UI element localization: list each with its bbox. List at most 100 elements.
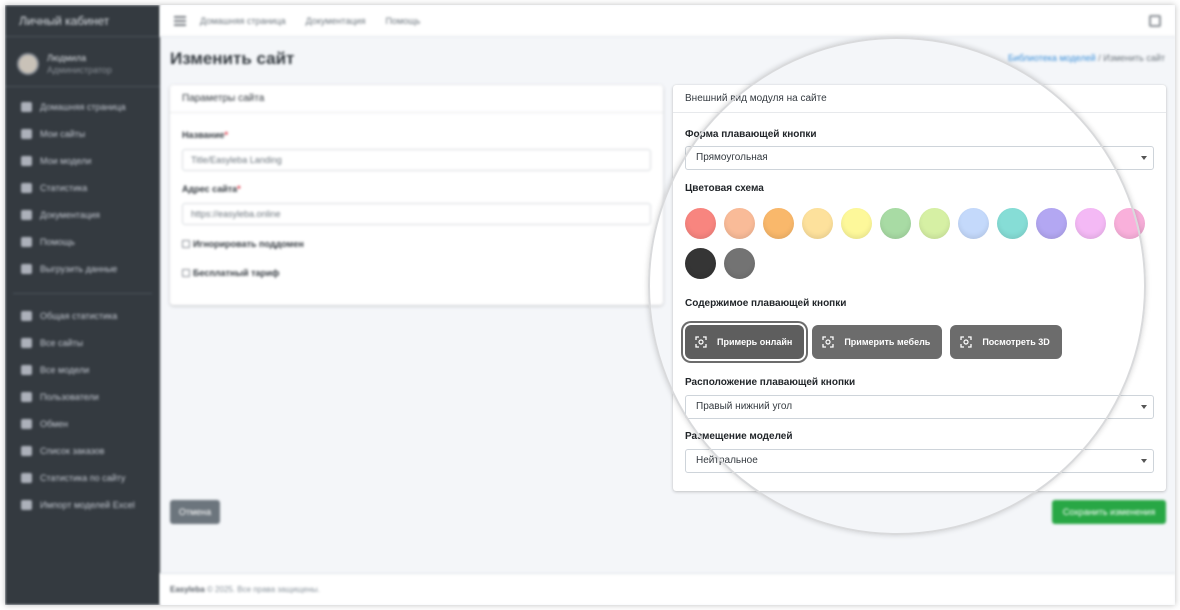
chart-icon	[21, 472, 32, 483]
top-navbar: Домашняя страница Документация Помощь	[160, 5, 1175, 37]
chevron-down-icon	[1141, 156, 1147, 160]
breadcrumb-current: Изменить сайт	[1103, 53, 1165, 63]
address-label: Адрес сайта*	[182, 184, 241, 194]
topnav-docs-link[interactable]: Документация	[306, 16, 366, 26]
card-title: Внешний вид модуля на сайте	[673, 85, 1166, 113]
option-label: Посмотреть 3D	[982, 337, 1050, 347]
globe-icon	[21, 128, 32, 139]
sidebar-item-orders[interactable]: Список заказов	[5, 437, 160, 464]
footer-text: © 2025. Все права защищены.	[206, 585, 320, 594]
book-icon	[21, 209, 32, 220]
cube-icon	[21, 155, 32, 166]
user-panel[interactable]: Людмила Администратор	[5, 41, 160, 87]
placement-select[interactable]: Нейтральное	[685, 449, 1154, 473]
sidebar-item-label: Обмен	[40, 418, 69, 429]
page-title: Изменить сайт	[170, 49, 295, 68]
shape-select[interactable]: Прямоугольная	[685, 146, 1154, 170]
footer: Easyleba © 2025. Все права защищены.	[160, 573, 1175, 605]
avatar	[17, 52, 39, 75]
position-label: Расположение плавающей кнопки	[685, 377, 856, 388]
option-label: Примерь онлайн	[717, 337, 793, 347]
option-try-online-button[interactable]: Примерь онлайн	[685, 325, 805, 359]
sidebar-brand[interactable]: Личный кабинет	[5, 5, 160, 37]
color-swatch[interactable]	[802, 208, 833, 239]
color-swatch[interactable]	[724, 208, 755, 239]
address-field[interactable]: https://easyleba.online	[182, 203, 651, 225]
color-swatch[interactable]	[763, 208, 794, 239]
sidebar-item-general-stats[interactable]: Общая статистика	[5, 302, 160, 329]
color-swatch[interactable]	[1114, 208, 1145, 239]
option-try-furniture-button[interactable]: Примерить мебель	[812, 325, 943, 359]
footer-brand[interactable]: Easyleba	[170, 585, 205, 594]
option-view-3d-button[interactable]: Посмотреть 3D	[950, 325, 1062, 359]
sidebar-item-statistics[interactable]: Статистика	[5, 174, 160, 201]
site-params-card: Параметры сайта Название* Title/Easyleba…	[170, 85, 663, 305]
color-swatch[interactable]	[841, 208, 872, 239]
sidebar-item-label: Домашняя страница	[40, 101, 126, 112]
free-plan-checkbox[interactable]: Бесплатный тариф	[182, 268, 279, 278]
color-swatch[interactable]	[1075, 208, 1106, 239]
sidebar-item-label: Помощь	[40, 236, 75, 247]
sidebar-item-home[interactable]: Домашняя страница	[5, 93, 160, 120]
cubes-icon	[21, 364, 32, 375]
sidebar-item-export[interactable]: Выгрузить данные	[5, 255, 160, 282]
sidebar-item-label: Статистика по сайту	[40, 472, 126, 483]
topnav-help-link[interactable]: Помощь	[386, 16, 421, 26]
exchange-icon	[21, 418, 32, 429]
sidebar-item-users[interactable]: Пользователи	[5, 383, 160, 410]
shape-label: Форма плавающей кнопки	[685, 129, 817, 140]
sidebar-item-site-stats[interactable]: Статистика по сайту	[5, 464, 160, 491]
sidebar-item-label: Статистика	[40, 182, 88, 193]
cancel-button[interactable]: Отмена	[170, 500, 220, 524]
color-swatch[interactable]	[958, 208, 989, 239]
scan-icon	[695, 336, 707, 348]
sidebar-item-label: Документация	[40, 209, 100, 220]
list-icon	[21, 445, 32, 456]
sidebar-item-help[interactable]: Помощь	[5, 228, 160, 255]
help-icon	[21, 236, 32, 247]
color-swatch[interactable]	[1036, 208, 1067, 239]
sidebar-item-my-sites[interactable]: Мои сайты	[5, 120, 160, 147]
sidebar-nav: Домашняя страница Мои сайты Мои модели С…	[5, 87, 160, 518]
sidebar-item-exchange[interactable]: Обмен	[5, 410, 160, 437]
sidebar-item-label: Пользователи	[40, 391, 99, 402]
users-icon	[21, 391, 32, 402]
sidebar-item-all-models[interactable]: Все модели	[5, 356, 160, 383]
name-label: Название*	[182, 130, 228, 140]
sidebar-item-label: Выгрузить данные	[40, 263, 118, 274]
sidebar-item-label: Мои сайты	[40, 128, 86, 139]
chart-icon	[21, 310, 32, 321]
position-select[interactable]: Правый нижний угол	[685, 395, 1154, 419]
color-swatch[interactable]	[724, 248, 755, 279]
scan-icon	[822, 336, 834, 348]
position-select-value: Правый нижний угол	[696, 401, 793, 412]
menu-toggle-icon[interactable]	[174, 15, 186, 26]
sidebar-item-label: Все сайты	[40, 337, 84, 348]
home-icon	[21, 101, 32, 112]
breadcrumb-link[interactable]: Библиотека моделей	[1008, 53, 1096, 63]
color-swatches	[685, 208, 1145, 279]
sidebar-item-my-models[interactable]: Мои модели	[5, 147, 160, 174]
name-field[interactable]: Title/Easyleba Landing	[182, 149, 651, 171]
logout-icon[interactable]	[1149, 15, 1161, 27]
ignore-subdomain-checkbox[interactable]: Игнорировать поддомен	[182, 239, 304, 249]
color-swatch[interactable]	[880, 208, 911, 239]
topnav-home-link[interactable]: Домашняя страница	[200, 16, 286, 26]
color-swatch[interactable]	[685, 248, 716, 279]
color-swatch[interactable]	[997, 208, 1028, 239]
sidebar-item-all-sites[interactable]: Все сайты	[5, 329, 160, 356]
sidebar-item-label: Мои модели	[40, 155, 92, 166]
sidebar-item-docs[interactable]: Документация	[5, 201, 160, 228]
color-swatch[interactable]	[685, 208, 716, 239]
user-role: Администратор	[47, 64, 112, 75]
sidebar-item-import-excel[interactable]: Импорт моделей Excel	[5, 491, 160, 518]
save-button[interactable]: Сохранить изменения	[1052, 500, 1166, 524]
scan-icon	[960, 336, 972, 348]
float-button-options: Примерь онлайн Примерить мебель Посмотре…	[685, 325, 1062, 359]
sidebar-divider	[13, 282, 152, 294]
user-name: Людмила	[47, 52, 87, 63]
sidebar-item-label: Список заказов	[40, 445, 105, 456]
color-swatch[interactable]	[919, 208, 950, 239]
sidebar-item-label: Общая статистика	[40, 310, 118, 321]
option-label: Примерить мебель	[844, 337, 931, 347]
